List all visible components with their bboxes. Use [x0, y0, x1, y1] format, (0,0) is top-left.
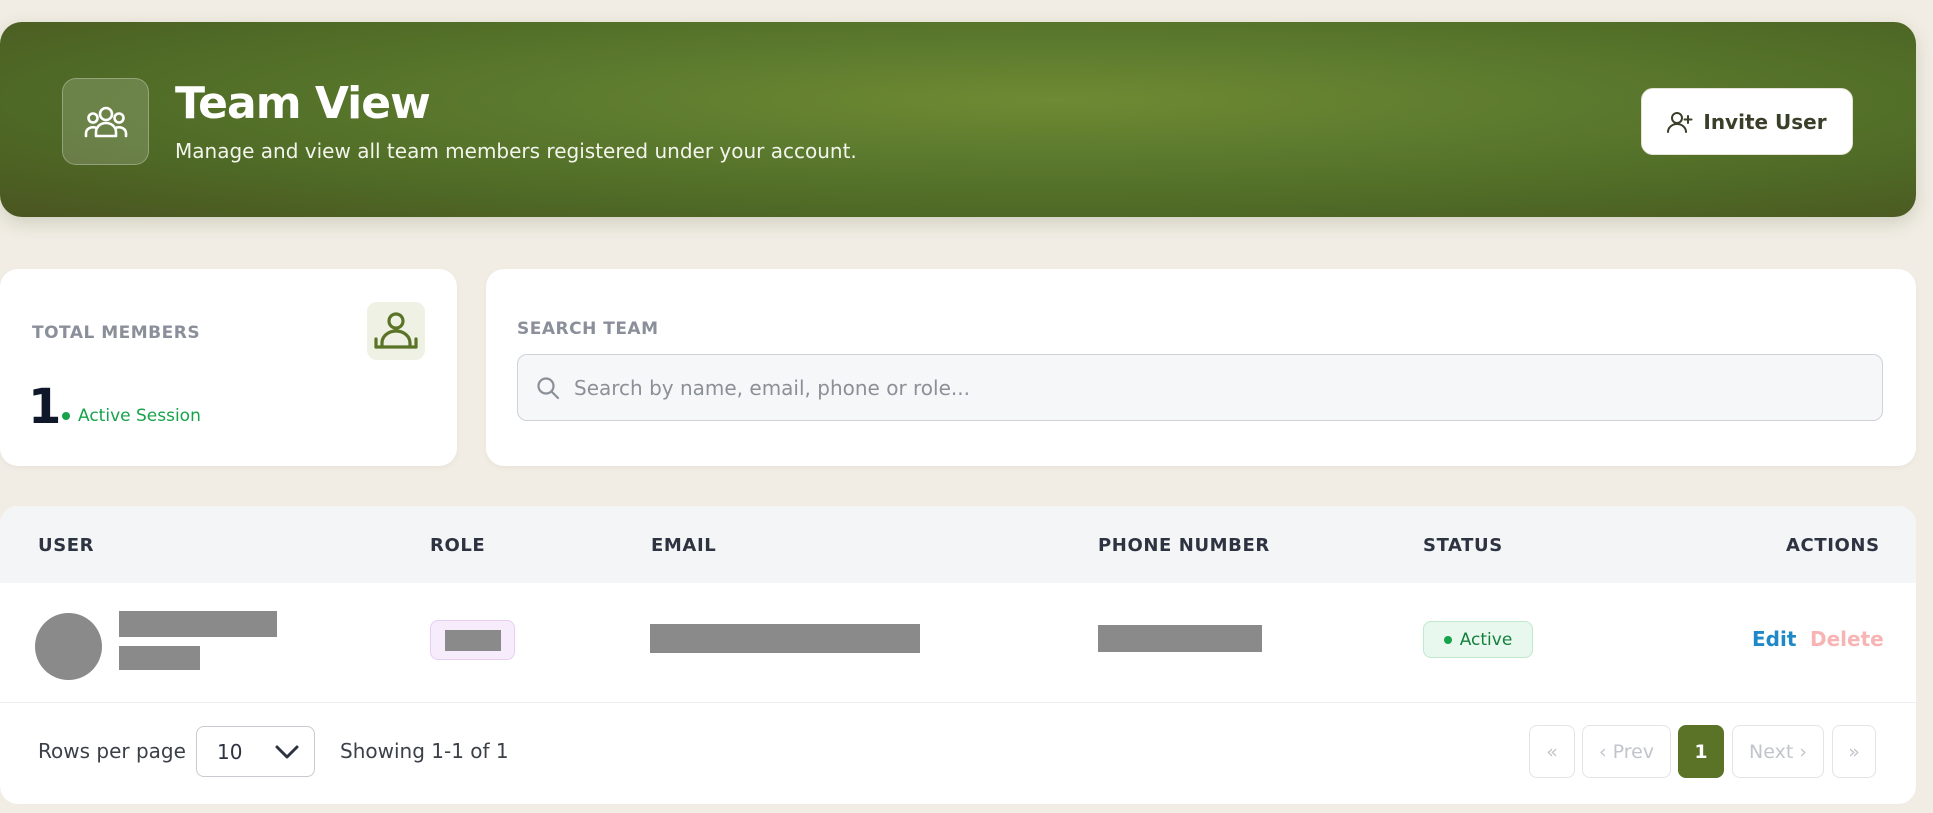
email-redacted	[650, 624, 920, 653]
status-badge: Active	[1423, 621, 1533, 658]
avatar	[35, 613, 102, 680]
user-plus-icon	[1667, 111, 1693, 133]
role-redacted	[445, 630, 501, 651]
first-page-button[interactable]: «	[1529, 725, 1575, 778]
chevron-down-icon	[275, 745, 299, 758]
delete-button[interactable]: Delete	[1810, 627, 1884, 651]
rows-per-page-label: Rows per page	[38, 739, 186, 763]
column-header-user[interactable]: USER	[38, 535, 94, 556]
role-badge	[430, 620, 515, 660]
search-team-label: SEARCH TEAM	[517, 319, 659, 339]
search-team-card: SEARCH TEAM	[486, 269, 1916, 466]
last-page-button[interactable]: »	[1832, 725, 1876, 778]
search-input[interactable]	[574, 375, 1824, 400]
rows-per-page-value: 10	[217, 739, 243, 764]
status-dot	[62, 412, 70, 420]
phone-redacted	[1098, 625, 1262, 652]
total-members-card: TOTAL MEMBERS 1	[0, 269, 457, 466]
page-subtitle: Manage and view all team members registe…	[175, 139, 857, 163]
column-header-actions: ACTIONS	[1786, 535, 1880, 556]
showing-count: Showing 1-1 of 1	[340, 739, 509, 763]
invite-user-label: Invite User	[1703, 109, 1827, 134]
search-icon	[537, 376, 560, 399]
column-header-phone[interactable]: PHONE NUMBER	[1098, 535, 1270, 556]
user-subtext-redacted	[119, 646, 200, 670]
status-dot	[1443, 635, 1452, 644]
active-session-label: Active Session	[78, 406, 201, 426]
user-card-icon	[367, 302, 425, 360]
users-group-icon	[62, 78, 149, 165]
search-field[interactable]	[517, 354, 1883, 421]
total-members-value: 1	[28, 379, 62, 435]
page-header-banner: Team View Manage and view all team membe…	[0, 22, 1916, 217]
rows-per-page-select[interactable]: 10	[196, 726, 315, 777]
status-label: Active	[1459, 629, 1513, 650]
prev-page-button[interactable]: ‹ Prev	[1582, 725, 1671, 778]
next-page-button[interactable]: Next ›	[1732, 725, 1824, 778]
column-header-status[interactable]: STATUS	[1423, 535, 1503, 556]
edit-button[interactable]: Edit	[1752, 627, 1796, 651]
table-row[interactable]	[0, 583, 1916, 703]
page-1-button[interactable]: 1	[1678, 725, 1724, 778]
table-header: USER ROLE EMAIL PHONE NUMBER STATUS ACTI…	[0, 506, 1916, 583]
page-title: Team View	[175, 78, 431, 129]
user-name-redacted	[119, 611, 277, 637]
team-table: USER ROLE EMAIL PHONE NUMBER STATUS ACTI…	[0, 506, 1916, 804]
active-session-indicator: Active Session	[62, 406, 201, 426]
column-header-email[interactable]: EMAIL	[651, 535, 716, 556]
total-members-label: TOTAL MEMBERS	[32, 323, 201, 343]
column-header-role[interactable]: ROLE	[430, 535, 485, 556]
invite-user-button[interactable]: Invite User	[1641, 88, 1853, 155]
